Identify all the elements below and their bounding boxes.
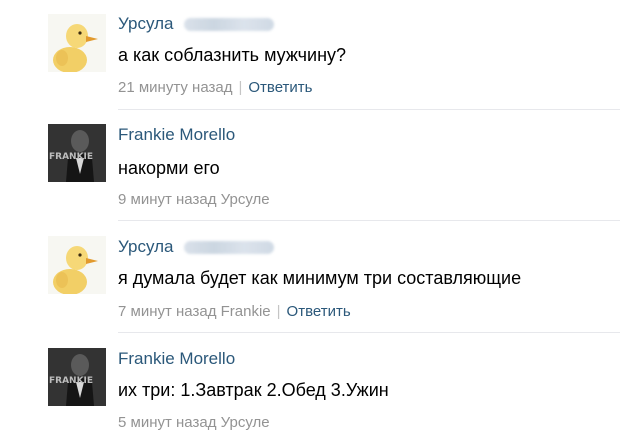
duckling-avatar-icon[interactable]: [48, 236, 106, 294]
meta-separator: |: [238, 79, 243, 96]
comment-meta: 7 минут назад Frankie | Ответить: [118, 302, 351, 322]
comment-text: я думала будет как минимум три составляю…: [118, 268, 522, 288]
comment-item: FRANKIE Frankie Morello их три: 1.Завтра…: [0, 334, 620, 446]
author-link[interactable]: Урсула: [118, 237, 174, 256]
meta-separator: |: [276, 303, 281, 320]
comment-text: а как соблазнить мужчину?: [118, 45, 347, 65]
comment-item: Урсула а как соблазнить мужчину? 21 мину…: [0, 0, 620, 112]
author-link[interactable]: Frankie Morello: [118, 125, 235, 144]
duckling-avatar-icon[interactable]: [48, 14, 106, 72]
comment-meta: 5 минут назад Урсуле: [118, 413, 270, 433]
avatar-overlay-text: FRANKIE: [49, 152, 93, 162]
frankie-avatar-icon[interactable]: FRANKIE: [48, 124, 106, 182]
comment-text: накорми его: [118, 158, 220, 178]
blurred-surname: [183, 241, 274, 255]
comment-item: FRANKIE Frankie Morello накорми его 9 ми…: [0, 110, 620, 222]
comment-text: их три: 1.Завтрак 2.Обед 3.Ужин: [118, 380, 389, 400]
comment-time[interactable]: 5 минут назад Урсуле: [118, 414, 270, 431]
reply-button[interactable]: Ответить: [248, 79, 312, 96]
author-link[interactable]: Урсула: [118, 14, 174, 33]
comment-time[interactable]: 9 минут назад Урсуле: [118, 191, 270, 208]
comment-time[interactable]: 21 минуту назад: [118, 79, 232, 96]
author-link[interactable]: Frankie Morello: [118, 349, 235, 368]
comment-divider: [118, 220, 620, 221]
comment-time[interactable]: 7 минут назад Frankie: [118, 303, 271, 320]
reply-button[interactable]: Ответить: [287, 303, 351, 320]
avatar-overlay-text: FRANKIE: [49, 376, 93, 386]
comment-meta: 9 минут назад Урсуле: [118, 190, 270, 210]
comment-meta: 21 минуту назад | Ответить: [118, 78, 313, 98]
comment-item: Урсула я думала будет как минимум три со…: [0, 222, 620, 334]
comment-divider: [118, 332, 620, 333]
blurred-surname: [183, 18, 274, 32]
frankie-avatar-icon[interactable]: FRANKIE: [48, 348, 106, 406]
